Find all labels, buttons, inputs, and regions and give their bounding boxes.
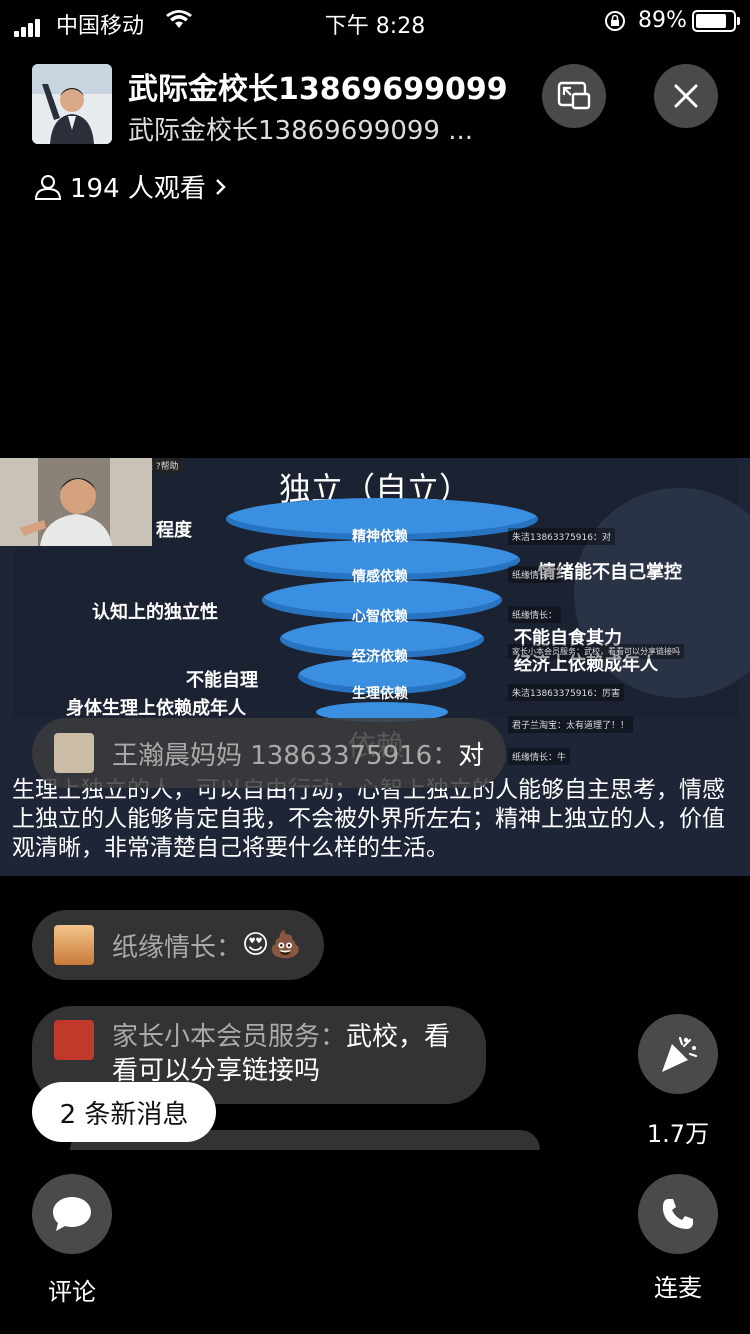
layer-label: 精神依赖: [352, 529, 408, 545]
rotation-lock-icon: [604, 10, 626, 38]
layer-label: 心智依赖: [352, 609, 408, 625]
viewer-count[interactable]: 194 人观看: [34, 168, 228, 205]
battery-percent: 89%: [638, 8, 687, 33]
layer-label: 情感依赖: [352, 569, 408, 585]
mini-comment: 朱洁13863375916：厉害: [508, 684, 624, 701]
comment-label: 评论: [48, 1278, 96, 1306]
comment-text: 😍💩: [242, 930, 302, 960]
mini-comment: 纸缘情长：: [508, 566, 562, 583]
layer-label: 经济依赖: [352, 649, 408, 665]
mini-comment: 纸缘情长：牛: [508, 748, 571, 765]
connect-mic-button[interactable]: [638, 1174, 718, 1254]
comment-item[interactable]: 纸缘情长： 😍💩: [32, 910, 324, 980]
host-subtitle[interactable]: 武际金校长13869699099 ...: [128, 110, 473, 147]
close-icon: [674, 84, 698, 108]
comment-user: 王瀚晨妈妈 13863375916: [112, 740, 433, 771]
person-icon: [34, 174, 62, 200]
mini-comment: 朱洁13863375916：对: [508, 528, 615, 545]
left-label: 认知上的独立性: [92, 602, 218, 623]
phone-icon: [662, 1199, 693, 1229]
host-avatar[interactable]: [32, 64, 112, 144]
left-label: 程度: [156, 520, 192, 541]
left-label: 不能自理: [186, 670, 258, 691]
left-label: 身体生理上依赖成年人: [66, 698, 246, 719]
host-name[interactable]: 武际金校长13869699099: [128, 64, 508, 108]
like-count: 1.7万: [646, 1120, 710, 1148]
speaker-camera: [0, 458, 152, 546]
close-button[interactable]: [654, 64, 718, 128]
party-popper-icon: [662, 1036, 698, 1072]
chevron-right-icon: [216, 178, 226, 195]
battery-icon: [692, 10, 740, 32]
comment-user: 纸缘情长: [112, 932, 217, 963]
status-bar: 中国移动 下午 8:28 89%: [0, 0, 750, 40]
user-avatar: [54, 1020, 94, 1060]
live-video[interactable]: 中文(简体) - 搜狗拼音输入法 ?帮助 独立（自立） 精神依赖 情感依赖 心智…: [0, 458, 750, 876]
chat-bubble-icon: [53, 1197, 91, 1231]
comment-item[interactable]: 王瀚晨妈妈 13863375916：对: [32, 718, 507, 788]
comment-button[interactable]: [32, 1174, 112, 1254]
comment-user: 家长小本会员服务: [112, 1022, 321, 1052]
user-avatar: [54, 925, 94, 965]
picture-in-picture-icon: [557, 81, 591, 110]
viewer-count-label: 194 人观看: [70, 174, 206, 204]
mini-comment: 君子兰淘宝：太有道理了！！: [508, 716, 634, 733]
like-button[interactable]: [638, 1014, 718, 1094]
minimize-window-button[interactable]: [542, 64, 606, 128]
layer-label: 生理依赖: [352, 686, 408, 702]
connect-mic-label: 连麦: [654, 1274, 702, 1302]
user-avatar: [54, 733, 94, 773]
new-messages-pill[interactable]: 2 条新消息: [32, 1082, 216, 1142]
live-subtitle: 生理上独立的人，可以自由行动；心智上独立的人能够自主思考，情感上独立的人能够肯定…: [12, 777, 725, 861]
mini-comment: 纸缘情长：: [508, 606, 562, 623]
mini-comment: 家长小本会员服务：武校，看看可以分享链接吗: [508, 644, 684, 659]
comment-text: 对: [458, 740, 485, 771]
